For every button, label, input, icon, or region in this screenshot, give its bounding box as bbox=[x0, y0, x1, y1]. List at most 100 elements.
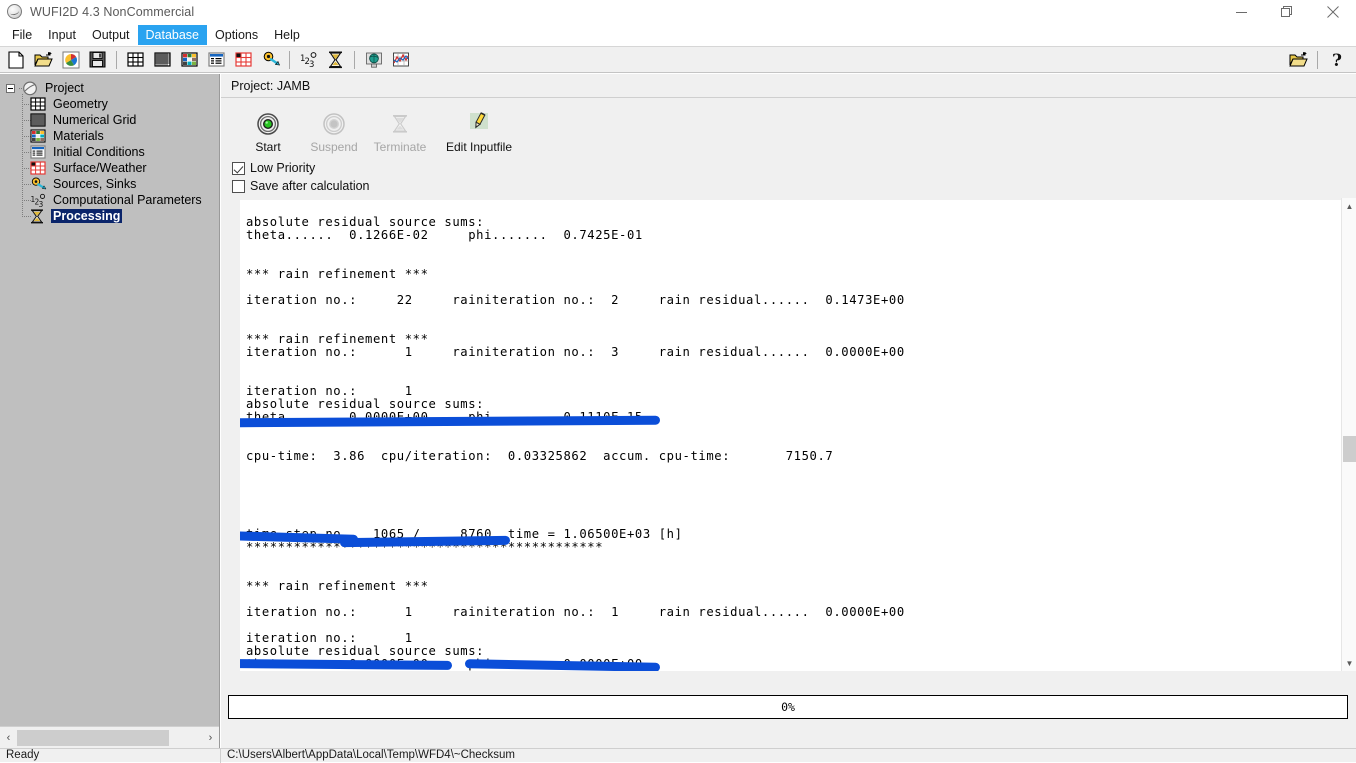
initial-conditions-icon[interactable] bbox=[204, 47, 229, 72]
sidebar-item-computational-parameters[interactable]: 1 2 3 Computational Parameters bbox=[0, 192, 219, 208]
initial-conditions-icon bbox=[30, 145, 47, 160]
suspend-button: Suspend bbox=[301, 111, 367, 154]
progress-label: 0% bbox=[781, 700, 795, 714]
window-controls bbox=[1218, 0, 1356, 24]
processing-console[interactable]: absolute residual source sums: theta....… bbox=[240, 200, 1341, 671]
svg-text:3: 3 bbox=[39, 200, 44, 208]
open-folder-icon[interactable] bbox=[1286, 47, 1311, 72]
progress-bar: 0% bbox=[228, 695, 1348, 719]
chart-results-icon[interactable] bbox=[388, 47, 413, 72]
svg-text:3: 3 bbox=[309, 60, 314, 69]
main-toolbar: 1 2 3 bbox=[0, 46, 1356, 73]
materials-icon[interactable] bbox=[177, 47, 202, 72]
close-button[interactable] bbox=[1310, 0, 1356, 24]
sidebar-item-numerical-grid[interactable]: Numerical Grid bbox=[0, 112, 219, 128]
sidebar-item-materials[interactable]: Materials bbox=[0, 128, 219, 144]
scroll-thumb[interactable] bbox=[1343, 436, 1356, 462]
start-green-icon bbox=[255, 111, 281, 137]
status-bar: Ready C:\Users\Albert\AppData\Local\Temp… bbox=[0, 748, 1356, 762]
materials-icon bbox=[30, 129, 47, 144]
maximize-button[interactable] bbox=[1264, 0, 1310, 24]
project-sphere-icon bbox=[22, 81, 39, 96]
run-button-label: Terminate bbox=[374, 140, 427, 154]
scroll-thumb[interactable] bbox=[17, 730, 169, 746]
sidebar-item-sources-sinks[interactable]: Sources, Sinks bbox=[0, 176, 219, 192]
low-priority-checkbox[interactable] bbox=[232, 162, 245, 175]
project-tree[interactable]: Project Geometry bbox=[0, 74, 219, 725]
run-button-label: Edit Inputfile bbox=[446, 140, 512, 154]
save-after-calculation-checkbox-row[interactable]: Save after calculation bbox=[232, 179, 370, 193]
hourglass-processing-icon bbox=[30, 209, 47, 224]
tree-label: Numerical Grid bbox=[51, 113, 138, 127]
hourglass-processing-icon[interactable] bbox=[323, 47, 348, 72]
menu-help[interactable]: Help bbox=[266, 25, 308, 45]
scroll-up-icon[interactable]: ▲ bbox=[1342, 198, 1356, 214]
processing-pane: Project: JAMB Start bbox=[221, 74, 1356, 748]
save-disk-icon[interactable] bbox=[85, 47, 110, 72]
menu-file[interactable]: File bbox=[4, 25, 40, 45]
surface-weather-icon bbox=[30, 161, 47, 176]
geometry-grid-icon[interactable] bbox=[123, 47, 148, 72]
collapse-toggle-icon[interactable] bbox=[6, 84, 15, 93]
console-vertical-scrollbar[interactable]: ▲ ▼ bbox=[1341, 198, 1356, 671]
numerical-grid-icon bbox=[30, 113, 47, 128]
scroll-right-icon[interactable]: › bbox=[202, 728, 219, 748]
tree-label: Sources, Sinks bbox=[51, 177, 138, 191]
sources-sinks-icon[interactable] bbox=[258, 47, 283, 72]
sidebar-item-processing[interactable]: Processing bbox=[0, 208, 219, 224]
minimize-button[interactable] bbox=[1218, 0, 1264, 24]
project-tree-panel: Project Geometry bbox=[0, 74, 220, 748]
sidebar-item-surface-weather[interactable]: Surface/Weather bbox=[0, 160, 219, 176]
checkbox-label: Low Priority bbox=[250, 161, 315, 175]
suspend-gray-icon bbox=[321, 111, 347, 137]
help-question-icon[interactable]: ? bbox=[1324, 47, 1349, 72]
toolbar-separator bbox=[289, 51, 290, 69]
new-file-icon[interactable] bbox=[4, 47, 29, 72]
tree-horizontal-scrollbar[interactable]: ‹ › bbox=[0, 726, 219, 748]
window-title: WUFI2D 4.3 NonCommercial bbox=[30, 5, 194, 19]
console-frame: absolute residual source sums: theta....… bbox=[221, 198, 1356, 682]
menu-output[interactable]: Output bbox=[84, 25, 138, 45]
progress-area: 0% bbox=[221, 684, 1356, 730]
menu-database[interactable]: Database bbox=[138, 25, 208, 45]
start-button[interactable]: Start bbox=[235, 111, 301, 154]
title-bar: WUFI2D 4.3 NonCommercial bbox=[0, 0, 1356, 24]
run-controls-bar: Start Suspend bbox=[221, 99, 1356, 197]
checkbox-label: Save after calculation bbox=[250, 179, 370, 193]
toolbar-right-group: ? bbox=[1285, 47, 1356, 72]
tree-label: Surface/Weather bbox=[51, 161, 149, 175]
run-button-label: Start bbox=[255, 140, 280, 154]
globe-results-icon[interactable] bbox=[361, 47, 386, 72]
geometry-grid-icon bbox=[30, 97, 47, 112]
computational-parameters-icon: 1 2 3 bbox=[30, 193, 47, 208]
surface-weather-icon[interactable] bbox=[231, 47, 256, 72]
color-palette-icon[interactable] bbox=[58, 47, 83, 72]
tree-label: Project bbox=[43, 81, 86, 95]
tree-root-project[interactable]: Project bbox=[0, 80, 219, 96]
run-buttons-group: Start Suspend bbox=[235, 111, 525, 154]
tree-label: Processing bbox=[51, 209, 122, 223]
terminate-hourglass-icon bbox=[387, 111, 413, 137]
status-path-text: C:\Users\Albert\AppData\Local\Temp\WFD4\… bbox=[227, 749, 515, 761]
open-folder-icon[interactable] bbox=[31, 47, 56, 72]
save-after-calculation-checkbox[interactable] bbox=[232, 180, 245, 193]
scroll-left-icon[interactable]: ‹ bbox=[0, 728, 17, 748]
tree-label: Initial Conditions bbox=[51, 145, 147, 159]
low-priority-checkbox-row[interactable]: Low Priority bbox=[232, 161, 315, 175]
terminate-button: Terminate bbox=[367, 111, 433, 154]
scroll-down-icon[interactable]: ▼ bbox=[1342, 655, 1356, 671]
sidebar-item-initial-conditions[interactable]: Initial Conditions bbox=[0, 144, 219, 160]
menu-input[interactable]: Input bbox=[40, 25, 84, 45]
toolbar-separator bbox=[116, 51, 117, 69]
sidebar-item-geometry[interactable]: Geometry bbox=[0, 96, 219, 112]
menu-options[interactable]: Options bbox=[207, 25, 266, 45]
edit-inputfile-button[interactable]: Edit Inputfile bbox=[433, 111, 525, 154]
project-header: Project: JAMB bbox=[221, 74, 1356, 98]
console-output: absolute residual source sums: theta....… bbox=[246, 216, 905, 671]
tree-label: Computational Parameters bbox=[51, 193, 204, 207]
menu-bar: File Input Output Database Options Help bbox=[0, 24, 1356, 46]
numerical-grid-icon[interactable] bbox=[150, 47, 175, 72]
computational-parameters-icon[interactable]: 1 2 3 bbox=[296, 47, 321, 72]
scroll-track[interactable] bbox=[17, 728, 202, 748]
toolbar-separator bbox=[1317, 51, 1318, 69]
